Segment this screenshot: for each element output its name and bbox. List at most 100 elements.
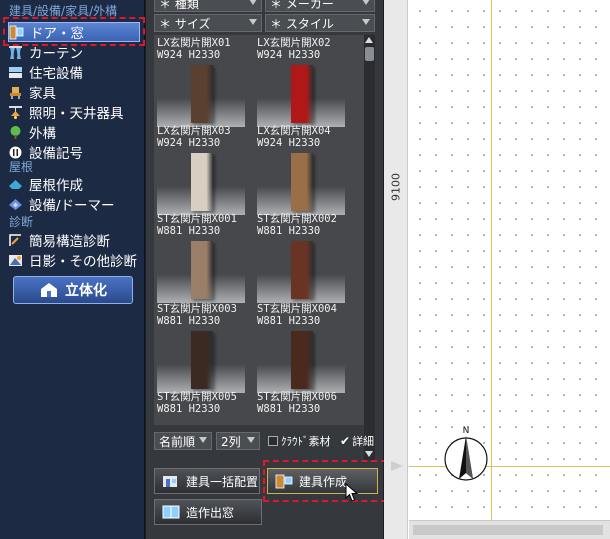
compass-north-label: N — [463, 426, 470, 436]
left-sidebar: 建具/設備/家具/外構 ドア・窓 カーテン 住宅設備 家具 照明・天井器具 外構… — [0, 0, 145, 539]
chevron-down-icon — [249, 19, 257, 25]
check-icon: ✔ — [340, 434, 351, 448]
section-header-roof: 屋根 — [9, 160, 34, 174]
sidebar-item-furniture[interactable]: 家具 — [8, 82, 140, 102]
sidebar-item-dormer[interactable]: 設備/ドーマー — [8, 194, 140, 214]
fixture-name: ST玄関片開X004 — [257, 303, 337, 315]
fixture-name: LX玄関片開X04 — [257, 125, 331, 137]
sidebar-item-label: 照明・天井器具 — [29, 106, 124, 122]
chair-icon — [8, 85, 23, 100]
cloud-material-checkbox[interactable]: ｸﾗｳﾄﾞ素材 — [268, 433, 331, 449]
catalog-scrollbar[interactable] — [364, 35, 375, 460]
door-image — [191, 65, 213, 123]
sidebar-item-door-window[interactable]: ドア・窓 — [8, 22, 140, 42]
scrollbar-thumb[interactable] — [365, 47, 374, 61]
section-header-fixtures: 建具/設備/家具/外構 — [9, 4, 118, 18]
structure-diagnosis-icon — [8, 233, 23, 248]
filter-type-select[interactable]: ＊ 種類 — [154, 0, 262, 12]
sidebar-item-label: 簡易構造診断 — [29, 234, 110, 250]
sidebar-item-label: 設備/ドーマー — [29, 198, 115, 214]
fixture-item[interactable]: LX玄関片開X02 W924 H2330 — [257, 37, 357, 127]
fixture-item[interactable]: ST玄関片開X002 W881 H2330 — [257, 213, 357, 303]
sidebar-item-label: カーテン — [29, 46, 83, 62]
sidebar-item-shadow-diagnosis[interactable]: 日影・その他診断 — [8, 250, 140, 270]
create-fixture-button[interactable]: 建具作成 — [267, 468, 378, 494]
sidebar-item-label: 外構 — [29, 126, 56, 142]
fixture-size: W881 H2330 — [257, 225, 321, 237]
3d-view-button[interactable]: 立体化 — [13, 276, 133, 304]
bulk-fixtures-icon — [161, 472, 181, 490]
sidebar-item-exterior[interactable]: 外構 — [8, 122, 140, 142]
roof-icon — [8, 177, 23, 192]
3d-view-label: 立体化 — [65, 283, 107, 299]
dormer-icon — [8, 197, 23, 212]
fixture-name: ST玄関片開X006 — [257, 391, 337, 403]
scroll-up-icon[interactable] — [365, 37, 373, 43]
fixture-thumbnail — [257, 63, 345, 127]
custom-bay-window-button[interactable]: 造作出窓 — [154, 499, 262, 525]
scrollbar-thumb[interactable] — [413, 525, 603, 535]
door-image — [191, 331, 213, 389]
fixture-catalog-panel: ＊ 種類 ＊ メーカー ＊ サイズ ＊ スタイル LX玄関片開X01 W924 … — [146, 0, 387, 539]
tree-icon — [8, 125, 23, 140]
fixture-thumbnail — [257, 151, 345, 215]
filter-size-select[interactable]: ＊ サイズ — [154, 14, 262, 32]
door-image — [291, 153, 313, 211]
chevron-down-icon — [362, 19, 370, 25]
scroll-down-icon[interactable] — [365, 451, 373, 457]
door-image — [291, 241, 313, 299]
ruler-marker-icon[interactable] — [391, 461, 403, 471]
canvas-grid[interactable] — [409, 0, 610, 520]
sidebar-item-lighting[interactable]: 照明・天井器具 — [8, 102, 140, 122]
fixture-size: W881 H2330 — [157, 225, 221, 237]
detail-checkbox[interactable]: ✔ 詳細 — [340, 433, 374, 449]
fixture-name: LX玄関片開X02 — [257, 37, 331, 49]
canvas-horizontal-scrollbar[interactable] — [409, 520, 610, 539]
fixture-name: ST玄関片開X003 — [157, 303, 237, 315]
sidebar-item-curtain[interactable]: カーテン — [8, 42, 140, 62]
fixture-item[interactable]: ST玄関片開X005 W881 H2330 — [157, 391, 257, 415]
north-compass-icon[interactable]: N — [442, 424, 494, 486]
filter-maker-select[interactable]: ＊ メーカー — [265, 0, 375, 12]
fixture-thumbnail — [157, 151, 245, 215]
fixture-name: ST玄関片開X002 — [257, 213, 337, 225]
fixture-thumbnail — [157, 63, 245, 127]
fixture-size: W924 H2330 — [257, 49, 321, 61]
fixture-name: ST玄関片開X001 — [157, 213, 237, 225]
filter-style-select[interactable]: ＊ スタイル — [265, 14, 375, 32]
door-image — [291, 331, 313, 389]
fixture-name: ST玄関片開X005 — [157, 391, 237, 403]
sidebar-item-structure-diagnosis[interactable]: 簡易構造診断 — [8, 230, 140, 250]
fixture-item[interactable]: ST玄関片開X001 W881 H2330 — [157, 213, 257, 303]
fixture-item[interactable]: ST玄関片開X006 W881 H2330 — [257, 391, 357, 415]
fixture-item[interactable]: LX玄関片開X01 W924 H2330 — [157, 37, 257, 127]
sidebar-item-housing-equipment[interactable]: 住宅設備 — [8, 62, 140, 82]
chevron-down-icon — [362, 0, 370, 5]
fixture-name: LX玄関片開X03 — [157, 125, 231, 137]
fixture-item[interactable]: ST玄関片開X003 W881 H2330 — [157, 303, 257, 393]
bulk-place-fixtures-button[interactable]: 建具一括配置 — [154, 468, 260, 494]
fixture-thumbnail — [257, 329, 345, 393]
fixture-size: W924 H2330 — [157, 49, 221, 61]
fixture-item[interactable]: LX玄関片開X04 W924 H2330 — [257, 125, 357, 215]
vertical-ruler — [384, 0, 408, 539]
fixture-size: W881 H2330 — [157, 315, 221, 327]
fixture-item[interactable]: LX玄関片開X03 W924 H2330 — [157, 125, 257, 215]
columns-select[interactable]: 2列 — [216, 432, 260, 450]
sidebar-item-label: 家具 — [29, 86, 56, 102]
sidebar-item-label: 日影・その他診断 — [29, 254, 137, 270]
sidebar-item-label: 屋根作成 — [29, 178, 83, 194]
fixture-size: W881 H2330 — [257, 315, 321, 327]
chevron-down-icon — [199, 437, 207, 443]
fixture-size: W881 H2330 — [257, 403, 321, 415]
sidebar-item-roof-create[interactable]: 屋根作成 — [8, 174, 140, 194]
fixture-thumbnail — [157, 329, 245, 393]
sidebar-item-label: 住宅設備 — [29, 66, 83, 82]
fixture-thumbnail-grid: LX玄関片開X01 W924 H2330 LX玄関片開X02 W924 H233… — [154, 35, 364, 425]
fixture-item[interactable]: ST玄関片開X004 W881 H2330 — [257, 303, 357, 393]
chevron-down-icon — [247, 437, 255, 443]
bathtub-icon — [8, 65, 23, 80]
sort-select[interactable]: 名前順 — [154, 432, 212, 450]
door-window-icon — [9, 25, 24, 40]
fixture-name: LX玄関片開X01 — [157, 37, 231, 49]
